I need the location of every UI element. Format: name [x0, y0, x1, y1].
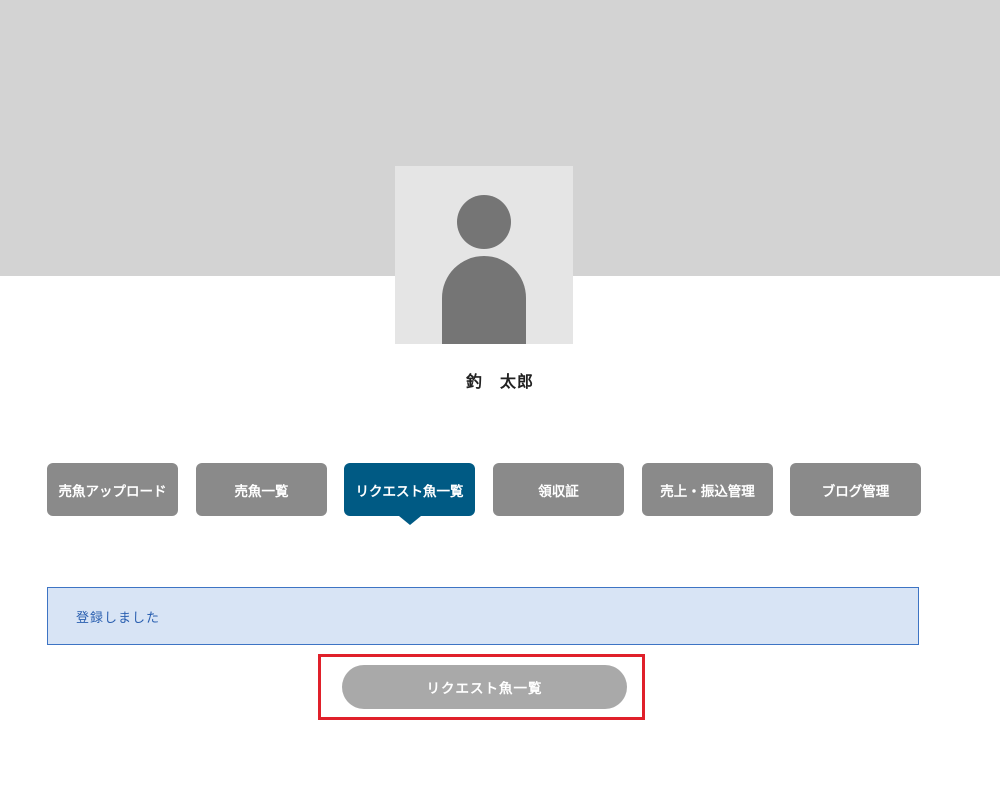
tab-fish-upload[interactable]: 売魚アップロード [47, 463, 178, 516]
avatar-body-icon [442, 256, 526, 344]
tab-blog-management[interactable]: ブログ管理 [790, 463, 921, 516]
user-name: 釣 太郎 [465, 372, 534, 391]
tab-navigation: 売魚アップロード 売魚一覧 リクエスト魚一覧 領収証 売上・振込管理 ブログ管理 [0, 463, 1000, 533]
avatar [395, 166, 573, 344]
alert-message: 登録しました [76, 610, 161, 626]
request-fish-list-button[interactable]: リクエスト魚一覧 [342, 665, 627, 709]
tab-fish-list[interactable]: 売魚一覧 [196, 463, 327, 516]
avatar-head-icon [457, 195, 511, 249]
success-alert: 登録しました [47, 587, 919, 645]
tab-request-fish-list[interactable]: リクエスト魚一覧 [344, 463, 475, 516]
tab-receipt[interactable]: 領収証 [493, 463, 624, 516]
page: 釣 太郎 売魚アップロード 売魚一覧 リクエスト魚一覧 領収証 売上・振込管理 … [0, 0, 1000, 785]
tab-sales-transfer[interactable]: 売上・振込管理 [642, 463, 773, 516]
active-tab-pointer [399, 516, 421, 525]
